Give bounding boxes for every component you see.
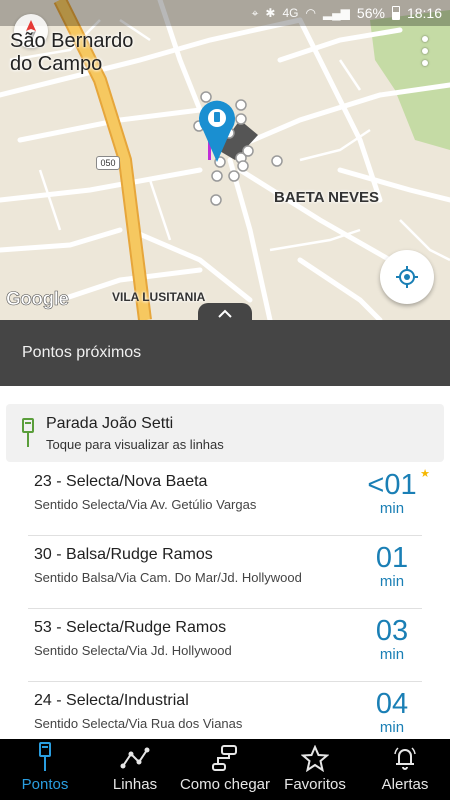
nav-item-linhas[interactable]: Linhas: [90, 739, 180, 800]
nav-label: Favoritos: [284, 776, 346, 793]
clock: 18:16: [406, 5, 442, 21]
eta-unit: min: [379, 573, 405, 590]
favorite-star-icon: ★: [420, 468, 430, 480]
google-logo: Google: [6, 289, 70, 311]
bluetooth-icon: ✱: [265, 6, 276, 20]
bell-icon: [394, 747, 416, 770]
line-direction: Sentido Balsa/Via Cam. Do Mar/Jd. Hollyw…: [34, 570, 302, 585]
city-label: São Bernardo do Campo: [10, 30, 133, 76]
line-row[interactable]: 23 - Selecta/Nova Baeta Sentido Selecta/…: [28, 463, 430, 536]
line-direction: Sentido Selecta/Via Jd. Hollywood: [34, 643, 232, 658]
route-icon: [120, 747, 150, 769]
sheet-title: Pontos próximos: [22, 344, 142, 361]
my-location-button[interactable]: [380, 250, 434, 304]
bus-stop-icon: [38, 742, 51, 771]
eta-value: 04: [375, 688, 409, 720]
neighborhood-label-baeta-neves: BAETA NEVES: [274, 189, 380, 206]
nav-label: Como chegar: [179, 776, 271, 793]
location-status-icon: ⌖: [251, 5, 259, 20]
eta: 04 min: [362, 688, 422, 736]
chevron-up-icon: [218, 309, 232, 318]
neighborhood-label-vila-lusitania: VILA LUSITANIA: [112, 290, 206, 304]
overflow-menu-icon[interactable]: [418, 36, 432, 66]
city-label-line1: São Bernardo: [10, 30, 134, 52]
nav-label: Alertas: [381, 776, 429, 793]
eta: 03 min: [362, 615, 422, 663]
nav-item-pontos[interactable]: Pontos: [0, 739, 90, 800]
status-bar: ⌖ ✱ 4G ◠ ▂▄▆ 56% 18:16: [0, 0, 450, 26]
sheet-header: Pontos próximos: [0, 320, 450, 386]
line-row[interactable]: 53 - Selecta/Rudge Ramos Sentido Selecta…: [28, 609, 422, 682]
line-direction: Sentido Selecta/Via Rua dos Vianas: [34, 716, 243, 731]
signal-icon: ▂▄▆: [322, 6, 350, 20]
stop-card[interactable]: Parada João Setti Toque para visualizar …: [6, 404, 444, 462]
nav-label: Pontos: [21, 776, 69, 793]
battery-percent: 56%: [356, 5, 385, 21]
eta-value: <01: [367, 469, 417, 501]
eta-value: 03: [375, 615, 409, 647]
crosshair-icon: [396, 266, 418, 288]
wifi-icon: ◠: [305, 6, 316, 20]
road-shield: 050: [96, 156, 120, 170]
line-row[interactable]: 30 - Balsa/Rudge Ramos Sentido Balsa/Via…: [28, 536, 422, 609]
eta: <01 min: [362, 469, 422, 517]
eta: 01 min: [362, 542, 422, 590]
line-title: 23 - Selecta/Nova Baeta: [34, 473, 208, 490]
eta-value: 01: [375, 542, 409, 574]
stop-hint: Toque para visualizar as linhas: [46, 436, 224, 452]
nav-item-favoritos[interactable]: Favoritos: [270, 739, 360, 800]
eta-unit: min: [379, 646, 405, 663]
nav-item-como-chegar[interactable]: Como chegar: [180, 739, 270, 800]
nav-item-alertas[interactable]: Alertas: [360, 739, 450, 800]
directions-icon: [211, 745, 237, 771]
nav-label: Linhas: [112, 776, 158, 793]
city-label-line2: do Campo: [10, 53, 103, 75]
network-type: 4G: [282, 6, 299, 20]
line-title: 53 - Selecta/Rudge Ramos: [34, 619, 227, 636]
eta-unit: min: [379, 500, 405, 517]
eta-unit: min: [379, 719, 405, 736]
battery-icon: [391, 6, 400, 20]
stop-name: Parada João Setti: [46, 414, 174, 432]
map-view[interactable]: ⌖ ✱ 4G ◠ ▂▄▆ 56% 18:16 São Bernardo do C…: [0, 0, 450, 320]
line-title: 24 - Selecta/Industrial: [34, 692, 189, 709]
bottom-nav: Pontos Linhas Como chegar Favoritos Aler…: [0, 739, 450, 800]
line-title: 30 - Balsa/Rudge Ramos: [34, 546, 213, 563]
line-direction: Sentido Selecta/Via Av. Getúlio Vargas: [34, 497, 257, 512]
bus-stop-icon: [14, 418, 42, 448]
star-icon: [301, 745, 329, 772]
